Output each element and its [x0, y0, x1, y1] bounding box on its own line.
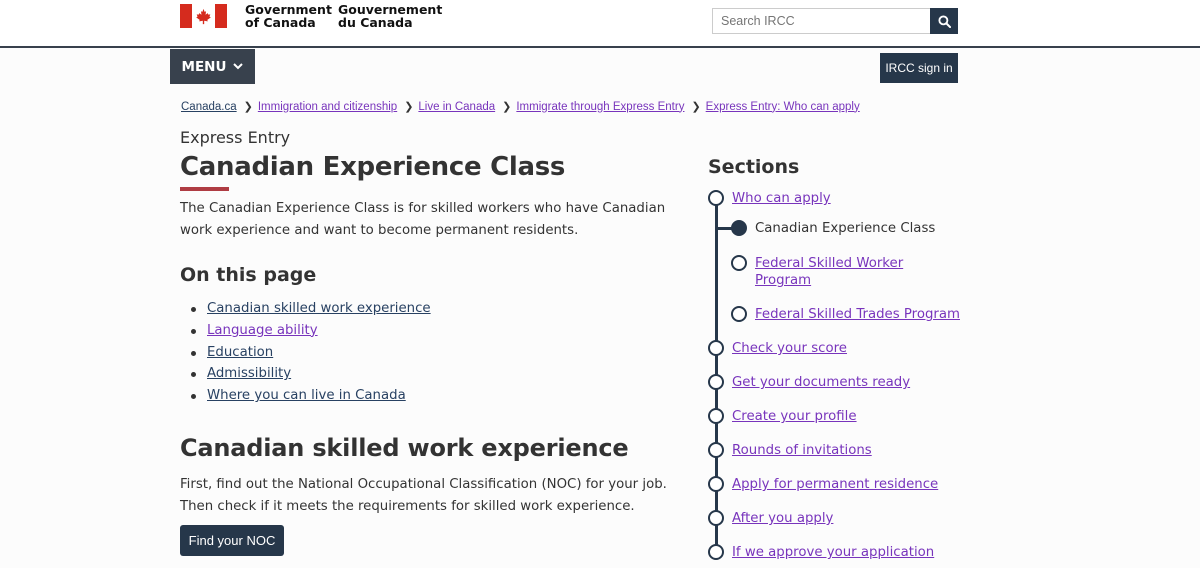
list-item: Education: [190, 342, 431, 364]
list-item: Admissibility: [190, 363, 431, 385]
breadcrumb-express-entry[interactable]: Immigrate through Express Entry: [516, 101, 684, 113]
step-circle: [708, 374, 724, 390]
menu-label: MENU: [181, 58, 227, 75]
chevron-right-icon: ❯: [502, 101, 512, 113]
step-circle: [708, 340, 724, 356]
search-icon: [937, 14, 951, 28]
step-federal-skilled-worker[interactable]: Federal Skilled Worker Program: [755, 255, 925, 289]
search-input[interactable]: [712, 8, 930, 34]
toc-link-language[interactable]: Language ability: [207, 323, 318, 338]
page-kicker: Express Entry: [180, 128, 291, 147]
step-circle: [708, 544, 724, 560]
chevron-down-icon: [233, 63, 244, 70]
breadcrumb: Canada.ca ❯ Immigration and citizenship …: [181, 100, 860, 114]
chevron-right-icon: ❯: [243, 101, 253, 113]
step-circle: [731, 255, 747, 271]
chevron-right-icon: ❯: [691, 101, 701, 113]
step-who-can-apply[interactable]: Who can apply: [732, 190, 831, 207]
government-signature-fr[interactable]: Gouvernement du Canada: [338, 3, 442, 29]
search-button[interactable]: [930, 8, 958, 34]
section-text: First, find out the National Occupationa…: [180, 477, 667, 514]
toc-link-where-live[interactable]: Where you can live in Canada: [207, 388, 406, 403]
toc-link-admissibility[interactable]: Admissibility: [207, 366, 291, 381]
step-create-profile[interactable]: Create your profile: [732, 408, 857, 425]
step-documents-ready[interactable]: Get your documents ready: [732, 374, 910, 391]
on-this-page-heading: On this page: [180, 264, 317, 286]
title-underline: [180, 187, 229, 191]
step-check-score[interactable]: Check your score: [732, 340, 847, 357]
government-signature-en[interactable]: Government of Canada: [245, 3, 332, 29]
list-item: Where you can live in Canada: [190, 385, 431, 407]
step-circle: [731, 306, 747, 322]
step-circle: [708, 190, 724, 206]
step-circle: [708, 476, 724, 492]
page-title: Canadian Experience Class: [180, 152, 566, 182]
search-box: [712, 8, 958, 34]
breadcrumb-who-can-apply[interactable]: Express Entry: Who can apply: [706, 101, 860, 113]
list-item: Canadian skilled work experience: [190, 298, 431, 320]
canada-flag-icon: [180, 4, 227, 28]
top-bar: Government of Canada Gouvernement du Can…: [0, 0, 1200, 48]
current-step-circle: [731, 220, 747, 236]
breadcrumb-immigration[interactable]: Immigration and citizenship: [258, 101, 397, 113]
breadcrumb-live-in-canada[interactable]: Live in Canada: [418, 101, 495, 113]
section-heading: Canadian skilled work experience: [180, 434, 629, 462]
step-apply-pr[interactable]: Apply for permanent residence: [732, 476, 938, 493]
on-this-page-list: Canadian skilled work experience Languag…: [190, 298, 431, 407]
chevron-right-icon: ❯: [404, 101, 414, 113]
current-step-label: Canadian Experience Class: [755, 221, 936, 236]
step-after-apply[interactable]: After you apply: [732, 510, 833, 527]
step-if-approved[interactable]: If we approve your application: [732, 544, 934, 561]
find-noc-button[interactable]: Find your NOC: [180, 525, 284, 556]
sections-heading: Sections: [708, 156, 800, 178]
step-federal-skilled-trades[interactable]: Federal Skilled Trades Program: [755, 306, 960, 323]
ircc-sign-in-button[interactable]: IRCC sign in: [880, 53, 958, 83]
step-circle: [708, 510, 724, 526]
menu-button[interactable]: MENU: [170, 49, 255, 84]
toc-link-education[interactable]: Education: [207, 345, 273, 360]
list-item: Language ability: [190, 320, 431, 342]
breadcrumb-canada[interactable]: Canada.ca: [181, 101, 237, 113]
step-circle: [708, 408, 724, 424]
step-rounds-invitations[interactable]: Rounds of invitations: [732, 442, 872, 459]
toc-link-skilled-work[interactable]: Canadian skilled work experience: [207, 301, 431, 316]
intro-text: The Canadian Experience Class is for ski…: [180, 201, 666, 238]
step-circle: [708, 442, 724, 458]
